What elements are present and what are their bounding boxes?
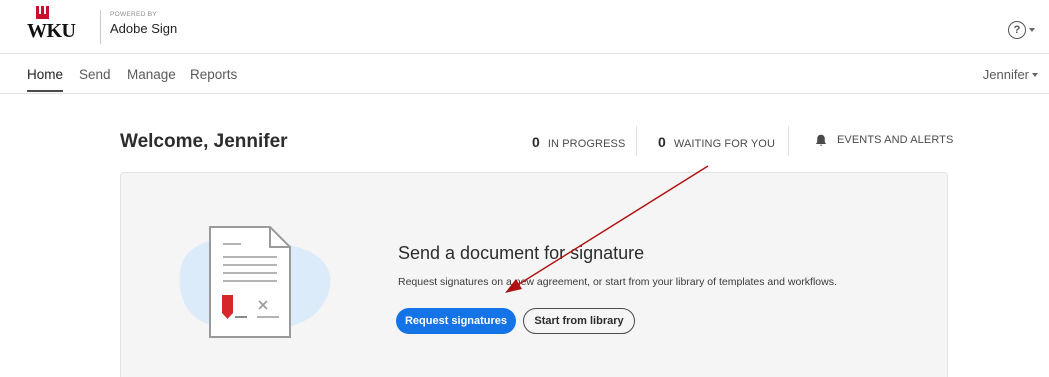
waiting-stat[interactable]: 0 WAITING FOR YOU xyxy=(658,134,775,150)
logo-divider xyxy=(100,10,101,44)
wku-logo-mark-icon xyxy=(36,6,49,19)
request-signatures-button[interactable]: Request signatures xyxy=(396,308,516,334)
help-menu[interactable]: ? xyxy=(1008,21,1035,39)
caret-down-icon xyxy=(1029,28,1035,32)
wku-logo[interactable]: WKU xyxy=(27,6,76,46)
in-progress-stat[interactable]: 0 IN PROGRESS xyxy=(532,134,625,150)
waiting-count: 0 xyxy=(658,134,666,150)
events-alerts[interactable]: EVENTS AND ALERTS xyxy=(837,134,953,146)
stat-divider xyxy=(636,126,637,156)
waiting-label: WAITING FOR YOU xyxy=(673,138,776,150)
tab-manage[interactable]: Manage xyxy=(127,67,176,82)
app-header: WKU POWERED BY Adobe Sign ? xyxy=(0,0,1049,54)
tab-home[interactable]: Home xyxy=(27,67,63,82)
user-menu[interactable]: Jennifer xyxy=(983,67,1038,82)
welcome-title: Welcome, Jennifer xyxy=(120,131,288,152)
active-tab-indicator xyxy=(27,90,63,92)
main-nav: Home Send Manage Reports Jennifer xyxy=(0,54,1049,94)
stat-divider xyxy=(788,126,789,156)
tab-reports[interactable]: Reports xyxy=(190,67,237,82)
events-alerts-label: EVENTS AND ALERTS xyxy=(837,134,954,146)
in-progress-label: IN PROGRESS xyxy=(547,138,626,150)
start-from-library-button[interactable]: Start from library xyxy=(523,308,635,334)
card-title: Send a document for signature xyxy=(398,243,645,263)
wku-logo-text: WKU xyxy=(27,20,76,42)
card-description: Request signatures on a new agreement, o… xyxy=(398,276,837,288)
user-name: Jennifer xyxy=(982,67,1029,82)
help-icon[interactable]: ? xyxy=(1008,21,1026,39)
product-name: Adobe Sign xyxy=(110,21,178,36)
tab-send[interactable]: Send xyxy=(79,67,111,82)
caret-down-icon xyxy=(1032,72,1038,77)
bell-icon[interactable] xyxy=(815,134,827,147)
powered-by-label: POWERED BY xyxy=(110,11,158,18)
in-progress-count: 0 xyxy=(532,134,540,150)
document-illustration xyxy=(179,226,331,338)
